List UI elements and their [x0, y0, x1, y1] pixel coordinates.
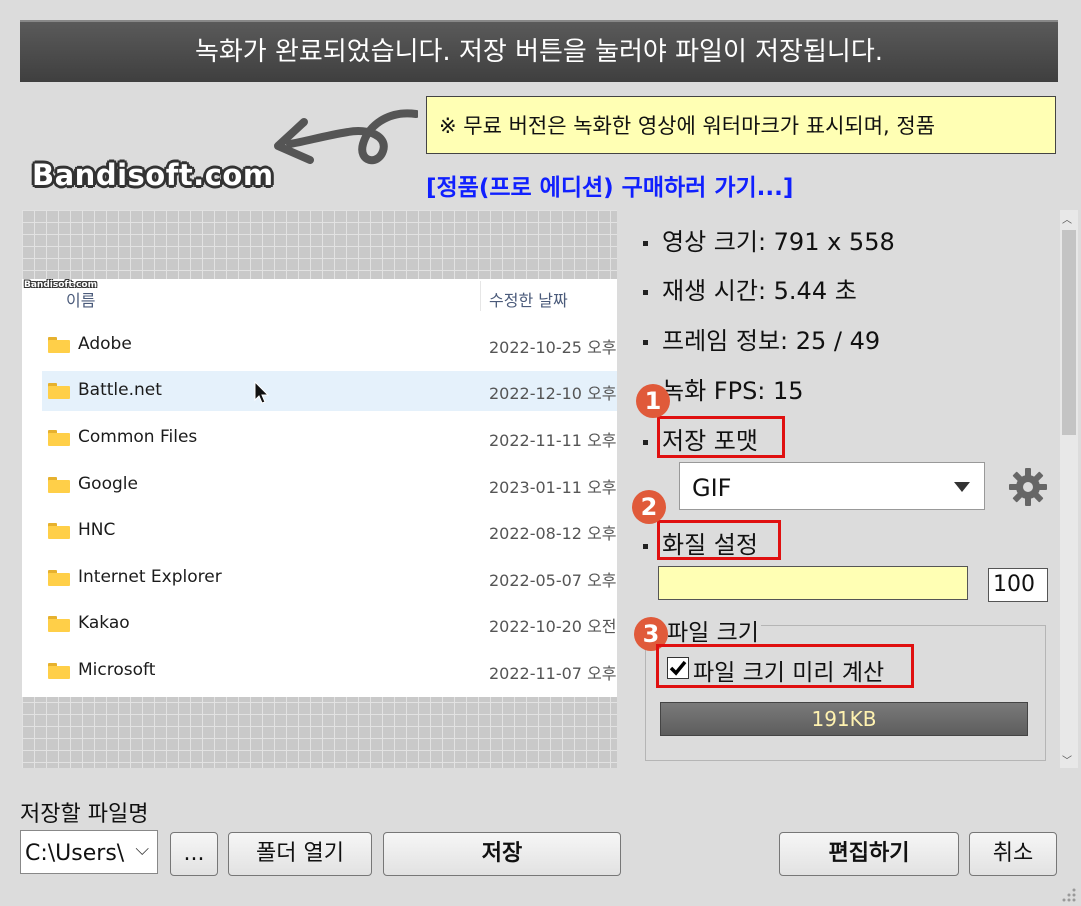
row-date: 2022-10-25 오후 [489, 338, 617, 357]
quality-slider[interactable] [658, 566, 968, 600]
open-folder-button[interactable]: 폴더 열기 [228, 832, 372, 876]
dropdown-caret-icon [954, 482, 970, 492]
row-name: Adobe [78, 334, 132, 354]
browse-button[interactable]: ... [170, 832, 218, 876]
save-path-dropdown[interactable]: C:\Users\ ⌵ [20, 830, 158, 874]
file-size-group-label: 파일 크기 [665, 613, 761, 647]
row-name: HNC [78, 520, 116, 540]
play-time-info: 재생 시간: 5.44 초 [643, 271, 857, 306]
save-filename-label: 저장할 파일명 [20, 802, 149, 827]
column-name-header: 이름 [66, 291, 96, 310]
scrollbar-thumb[interactable] [1062, 230, 1076, 435]
step-badge-2: 2 [632, 490, 666, 524]
highlight-box-format [657, 416, 785, 458]
format-dropdown[interactable]: GIF [679, 462, 985, 510]
edit-button[interactable]: 편집하기 [779, 832, 959, 876]
highlight-box-quality [657, 520, 781, 560]
cancel-button[interactable]: 취소 [969, 832, 1057, 876]
row-name: Microsoft [78, 660, 156, 680]
row-name: Battle.net [78, 380, 162, 400]
preview-row: Kakao 2022-10-20 오전 [42, 604, 617, 644]
bandisoft-logo: Bandisoft.com [32, 158, 274, 192]
row-date: 2022-08-12 오후 [489, 524, 617, 543]
preview-row: Adobe 2022-10-25 오후 [42, 325, 617, 365]
chevron-down-icon: ⌵ [135, 839, 149, 860]
scroll-up-arrow-icon[interactable]: ︿ [1062, 211, 1072, 226]
folder-icon [48, 523, 70, 539]
column-date-header: 수정한 날짜 [489, 291, 568, 310]
folder-icon [48, 663, 70, 679]
folder-icon [48, 477, 70, 493]
row-date: 2022-12-10 오후 [489, 384, 617, 403]
column-divider [480, 281, 481, 311]
video-size-info: 영상 크기: 791 x 558 [643, 222, 895, 257]
folder-icon [48, 383, 70, 399]
folder-icon [48, 616, 70, 632]
row-name: Kakao [78, 613, 130, 633]
highlight-box-precalc [656, 644, 914, 688]
step-badge-1: 1 [636, 384, 670, 418]
sort-caret-icon: ^ [260, 279, 272, 285]
curly-arrow-icon [274, 109, 418, 165]
folder-icon [48, 570, 70, 586]
row-name: Internet Explorer [78, 567, 222, 587]
resize-grip-icon[interactable] [1058, 884, 1078, 904]
gear-icon[interactable] [1007, 466, 1049, 508]
format-value: GIF [692, 474, 732, 502]
save-path-value: C:\Users\ [25, 841, 125, 866]
preview-row: Microsoft 2022-11-07 오후 [42, 651, 617, 691]
save-button[interactable]: 저장 [383, 832, 621, 876]
buy-pro-link[interactable]: [정품(프로 에디션) 구매하러 가기...] [426, 168, 793, 202]
preview-row: Common Files 2022-11-11 오후 [42, 418, 617, 458]
preview-row: Google 2023-01-11 오후 [42, 465, 617, 505]
row-date: 2022-11-07 오후 [489, 664, 617, 683]
preview-row-highlighted: Battle.net 2022-12-10 오후 [42, 371, 617, 411]
frame-info: 프레임 정보: 25 / 49 [643, 321, 880, 356]
folder-icon [48, 337, 70, 353]
preview-column-header: ^ 이름 수정한 날짜 [22, 279, 617, 315]
preview-explorer-window: Bandisoft.com ^ 이름 수정한 날짜 Adobe 2022-10-… [22, 279, 617, 697]
free-version-notice: ※ 무료 버전은 녹화한 영상에 워터마크가 표시되며, 정품 [426, 96, 1056, 154]
completion-banner: 녹화가 완료되었습니다. 저장 버튼을 눌러야 파일이 저장됩니다. [20, 20, 1058, 82]
row-date: 2022-11-11 오후 [489, 431, 617, 450]
recording-preview: Bandisoft.com ^ 이름 수정한 날짜 Adobe 2022-10-… [22, 210, 617, 768]
file-size-result: 191KB [660, 702, 1028, 736]
mouse-cursor-icon [254, 381, 270, 404]
scroll-down-arrow-icon[interactable]: ﹀ [1062, 752, 1072, 767]
row-date: 2022-05-07 오후 [489, 571, 617, 590]
row-date: 2023-01-11 오후 [489, 478, 617, 497]
row-name: Google [78, 474, 138, 494]
row-name: Common Files [78, 427, 198, 447]
row-date: 2022-10-20 오전 [489, 617, 617, 636]
preview-row: HNC 2022-08-12 오후 [42, 511, 617, 551]
preview-row: Internet Explorer 2022-05-07 오후 [42, 558, 617, 598]
quality-value-field[interactable]: 100 [988, 568, 1048, 602]
folder-icon [48, 430, 70, 446]
